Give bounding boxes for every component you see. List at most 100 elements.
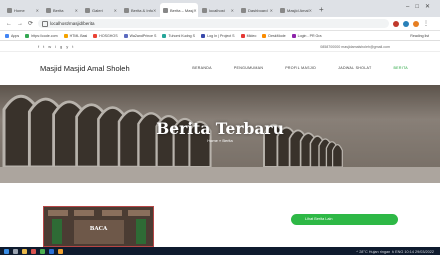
- tab-favicon-icon: [46, 7, 51, 13]
- browser-tab[interactable]: Berita – Masj ✕: [160, 3, 198, 17]
- bookmark-label: Tuhomi Kudng S: [168, 33, 196, 38]
- bookmark-item[interactable]: Login - PR Gra: [291, 33, 322, 38]
- url-input[interactable]: localhost/masjid/berita: [38, 19, 389, 28]
- bookmark-icon: [63, 33, 68, 38]
- bookmark-item[interactable]: Apps: [5, 33, 20, 38]
- nav-item[interactable]: BERITA: [393, 66, 408, 70]
- bookmark-label: HOSGHOS: [99, 33, 118, 38]
- chrome-icon[interactable]: [40, 248, 45, 254]
- close-icon[interactable]: ✕: [270, 8, 273, 13]
- close-icon[interactable]: ✕: [114, 8, 117, 13]
- bookmark-icon: [25, 33, 30, 38]
- bookmark-icon: [5, 33, 9, 38]
- browser-tab[interactable]: Galeri ✕: [82, 3, 120, 17]
- extension-icon[interactable]: [403, 20, 409, 27]
- nav-item[interactable]: PENGUMUMAN: [234, 66, 263, 70]
- close-icon[interactable]: ✕: [231, 8, 234, 13]
- browser-tab[interactable]: Berita ✕: [43, 3, 81, 17]
- bookmark-label: Apps: [11, 33, 20, 38]
- tab-label: Berita – Masj: [170, 7, 194, 13]
- main-menu: BERANDA PENGUMUMAN PROFIL MASJID JADWAL SHO…: [170, 66, 408, 70]
- bookmark-label: Mideo: [246, 33, 257, 38]
- breadcrumb[interactable]: Home » Berita: [0, 138, 440, 143]
- post-caption: BACA: [89, 226, 108, 232]
- address-bar-row: ← → ⟳ localhost/masjid/berita ⋮: [0, 17, 440, 31]
- browser-tab[interactable]: Berita & Info ✕: [121, 3, 159, 17]
- bookmark-icon: [162, 33, 167, 38]
- nav-item[interactable]: JADWAL SHOLAT: [338, 66, 371, 70]
- close-icon[interactable]: ✕: [36, 8, 39, 13]
- bookmark-item[interactable]: https://code.com: [25, 33, 58, 38]
- app-icon[interactable]: [49, 248, 54, 254]
- browser-tab[interactable]: localhost ✕: [199, 3, 237, 17]
- more-news-button[interactable]: Lihat Berita Lain: [291, 214, 398, 225]
- tab-favicon-icon: [7, 7, 12, 13]
- profile-avatar[interactable]: [413, 20, 419, 27]
- social-icons: ftwigyt: [38, 44, 77, 49]
- tab-label: Galeri: [92, 7, 103, 13]
- browser-menu-icon[interactable]: ⋮: [423, 20, 429, 27]
- contact-info: 0858700000 masjidamalsholeh@gmail.com: [320, 44, 390, 49]
- hero-banner: Berita Terbaru Home » Berita: [0, 85, 440, 183]
- site-logo[interactable]: Masjid Masjid Amal Sholeh: [40, 64, 130, 73]
- tab-favicon-icon: [124, 7, 129, 13]
- nav-item[interactable]: BERANDA: [192, 66, 211, 70]
- content-area: BACA Lihat Berita Lain: [0, 183, 440, 247]
- close-icon[interactable]: ✕: [75, 8, 78, 13]
- bookmark-item[interactable]: Mideo: [240, 33, 257, 38]
- site-navbar: Masjid Masjid Amal Sholeh BERANDA PENGUMU…: [0, 52, 440, 85]
- bookmark-label: HTML Basi: [69, 33, 88, 38]
- new-tab-button[interactable]: +: [319, 3, 324, 17]
- back-icon[interactable]: ←: [6, 21, 12, 27]
- bookmark-label: Wa2andPrince S: [129, 33, 157, 38]
- browser-tab[interactable]: Dashboard ✕: [238, 3, 276, 17]
- bookmark-label: https://code.com: [31, 33, 58, 38]
- system-tray[interactable]: ^ 28°C Hujan ringan ∧ ENG 10:14 29/03/20…: [356, 249, 434, 254]
- bookmark-icon: [291, 33, 296, 38]
- tab-label: Berita & Info: [131, 7, 154, 13]
- bookmark-icon: [240, 33, 245, 38]
- tab-favicon-icon: [241, 7, 246, 13]
- bookmark-label: Log In | Project S: [207, 33, 235, 38]
- extension-icon[interactable]: [393, 20, 399, 27]
- browser-tab[interactable]: Home ✕: [4, 3, 42, 17]
- window-controls[interactable]: –□✕: [406, 3, 436, 10]
- tab-label: Masjid Amal: [287, 7, 309, 13]
- bookmark-icon: [93, 33, 98, 38]
- file-explorer-icon[interactable]: [22, 248, 27, 254]
- bookmark-icon: [262, 33, 267, 38]
- tab-favicon-icon: [85, 7, 90, 13]
- tab-label: Dashboard: [248, 7, 268, 13]
- app-icon[interactable]: [31, 248, 36, 254]
- post-thumbnail[interactable]: BACA: [43, 206, 154, 247]
- bookmark-item[interactable]: HTML Basi: [63, 33, 88, 38]
- bookmark-item[interactable]: Wa2andPrince S: [123, 33, 157, 38]
- bookmark-item[interactable]: Tuhomi Kudng S: [162, 33, 196, 38]
- forward-icon[interactable]: →: [17, 21, 23, 27]
- close-icon[interactable]: ✕: [309, 8, 312, 13]
- tab-favicon-icon: [280, 7, 285, 13]
- app-icon[interactable]: [58, 248, 63, 254]
- social-ig-icon[interactable]: ig: [55, 44, 66, 49]
- tab-label: Berita: [53, 7, 64, 13]
- social-tw-icon[interactable]: tw: [43, 44, 55, 49]
- reload-icon[interactable]: ⟳: [28, 20, 33, 27]
- tab-label: Home: [14, 7, 25, 13]
- os-taskbar: ^ 28°C Hujan ringan ∧ ENG 10:14 29/03/20…: [0, 247, 440, 255]
- bookmark-item[interactable]: DeskMode: [262, 33, 286, 38]
- reading-list[interactable]: Reading list: [410, 34, 429, 38]
- bookmark-item[interactable]: Log In | Project S: [201, 33, 235, 38]
- bookmark-item[interactable]: HOSGHOS: [93, 33, 118, 38]
- bookmark-icon: [123, 33, 128, 38]
- nav-item[interactable]: PROFIL MASJID: [285, 66, 316, 70]
- bookmarks-bar: Apps https://code.com HTML Basi HOSGHOS Wa2a…: [0, 31, 440, 41]
- close-icon[interactable]: ✕: [153, 8, 156, 13]
- close-icon[interactable]: ✕: [193, 8, 196, 13]
- browser-tab[interactable]: Masjid Amal ✕: [277, 3, 315, 17]
- search-icon[interactable]: [13, 248, 18, 254]
- social-yt-icon[interactable]: yt: [66, 44, 77, 49]
- start-icon[interactable]: [4, 248, 9, 254]
- bookmark-label: DeskMode: [268, 33, 286, 38]
- bookmark-label: Login - PR Gra: [297, 33, 322, 38]
- browser-tab-bar: Home ✕ Berita ✕ Galeri ✕ Berita & Info ✕ Berita …: [0, 0, 440, 17]
